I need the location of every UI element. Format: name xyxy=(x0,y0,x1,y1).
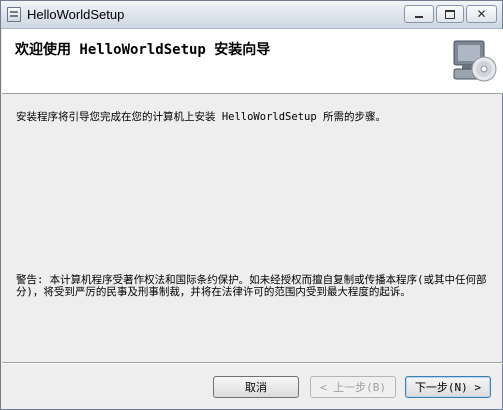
wizard-heading: 欢迎使用 HelloWorldSetup 安装向导 xyxy=(15,42,271,58)
footer-divider xyxy=(2,362,503,364)
close-button[interactable]: ✕ xyxy=(466,5,497,23)
computer-cd-icon xyxy=(453,40,497,82)
minimize-icon xyxy=(415,16,423,18)
back-button[interactable]: < 上一步(B) xyxy=(310,376,396,398)
installer-app-icon xyxy=(7,7,21,22)
installer-window: HelloWorldSetup ✕ 欢迎使用 HelloWorldSetup 安… xyxy=(0,0,503,410)
maximize-button[interactable] xyxy=(436,5,464,23)
window-title: HelloWorldSetup xyxy=(27,7,125,22)
next-button[interactable]: 下一步(N) > xyxy=(405,376,491,398)
minimize-button[interactable] xyxy=(404,5,434,23)
intro-text: 安装程序将引导您完成在您的计算机上安装 HelloWorldSetup 所需的步… xyxy=(16,111,386,123)
title-bar[interactable]: HelloWorldSetup ✕ xyxy=(1,1,502,29)
close-icon: ✕ xyxy=(476,7,487,21)
cancel-button[interactable]: 取消 xyxy=(213,376,299,398)
maximize-icon xyxy=(445,9,455,19)
header-banner: 欢迎使用 HelloWorldSetup 安装向导 xyxy=(2,29,503,94)
copyright-warning: 警告: 本计算机程序受著作权法和国际条约保护。如未经授权而擅自复制或传播本程序(… xyxy=(16,274,487,298)
